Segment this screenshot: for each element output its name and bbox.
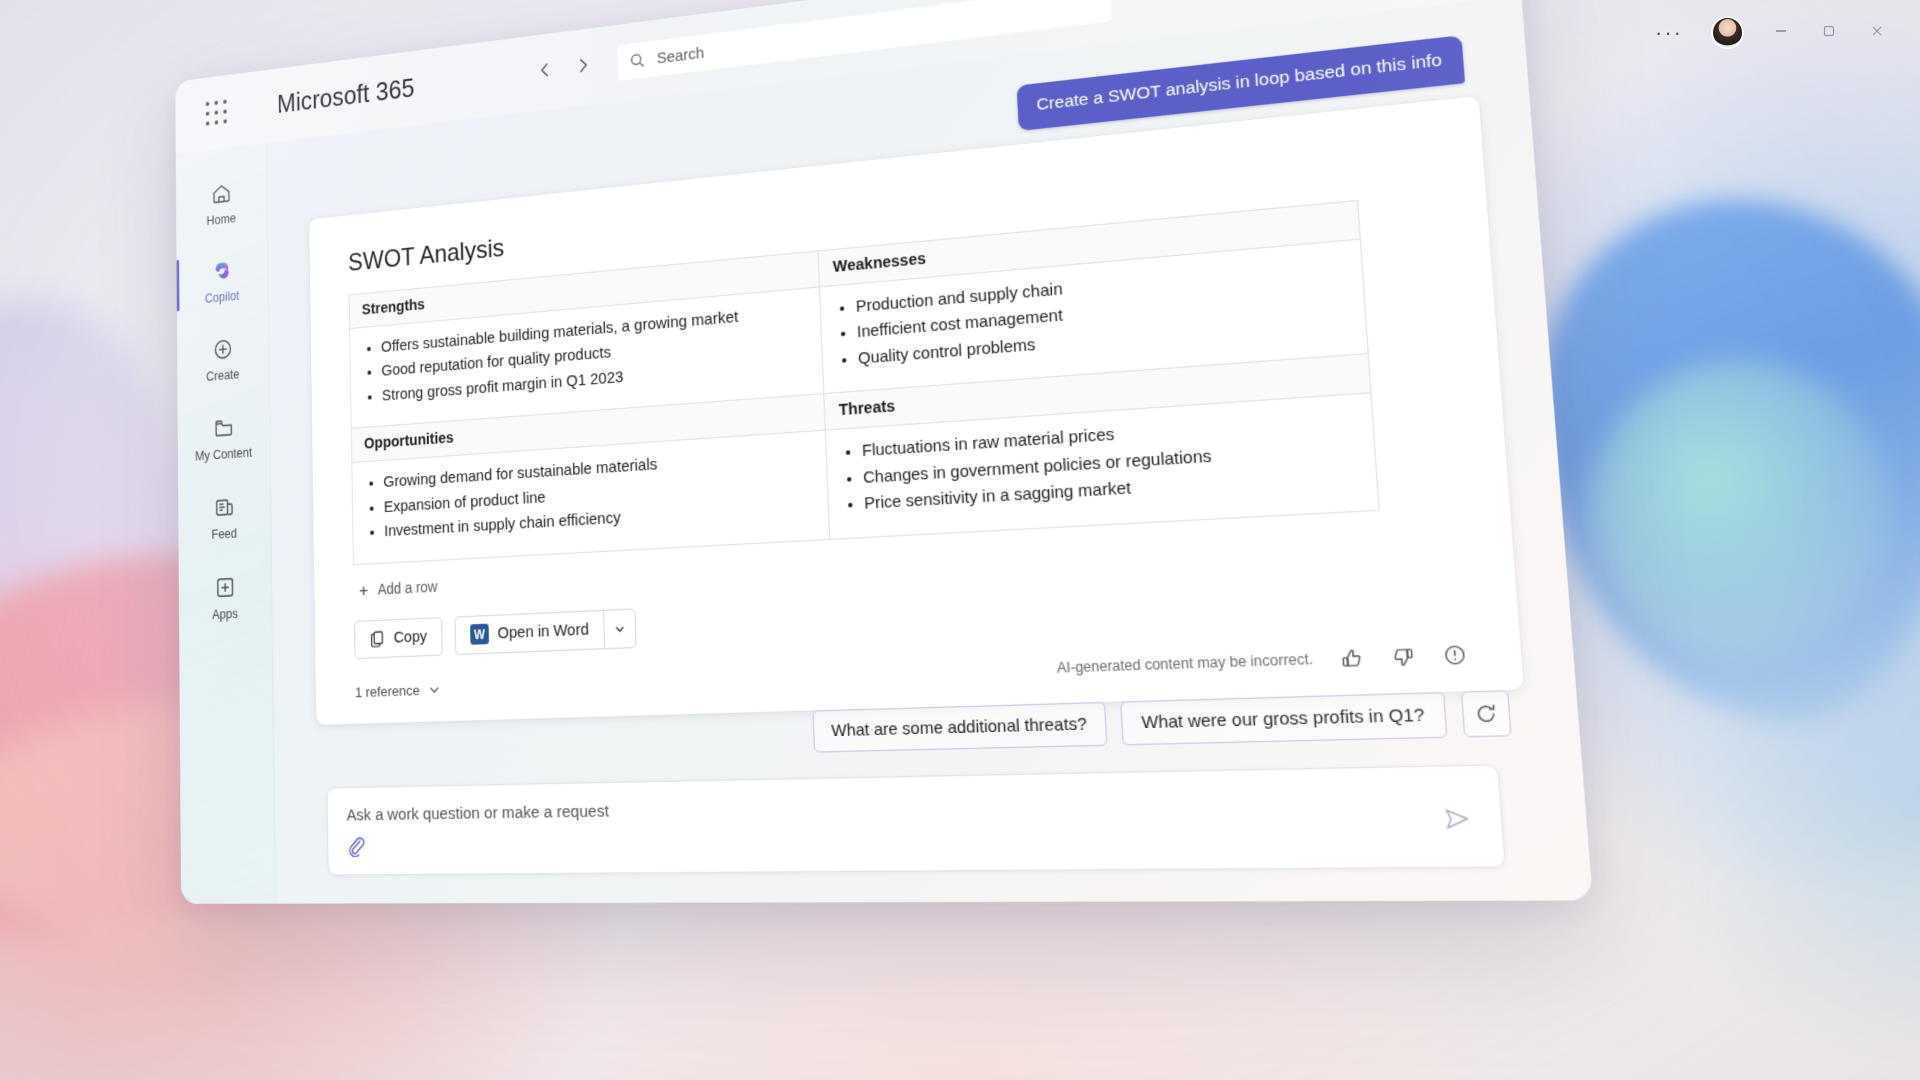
home-icon — [209, 180, 232, 208]
thumbs-down-icon — [1390, 644, 1415, 668]
open-in-word-dropdown-button[interactable] — [603, 607, 637, 649]
references-toggle[interactable]: 1 reference — [355, 681, 441, 700]
copilot-icon — [210, 257, 233, 285]
app-launcher-icon[interactable] — [205, 98, 228, 126]
close-icon — [1872, 26, 1882, 35]
sidebar: Home Copilot Create My Content Feed Apps — [175, 143, 276, 904]
chevron-left-icon — [537, 60, 555, 81]
send-button[interactable] — [1441, 804, 1474, 840]
copy-icon — [369, 629, 385, 648]
copilot-response-card: SWOT Analysis Strengths Weaknesses Offer… — [309, 95, 1524, 725]
forward-button[interactable] — [574, 55, 592, 80]
send-icon — [1441, 804, 1474, 835]
ai-disclaimer: AI-generated content may be incorrect. — [1056, 650, 1314, 677]
sidebar-item-create[interactable]: Create — [184, 326, 261, 391]
open-in-word-split-button: W Open in Word — [454, 607, 637, 655]
sidebar-item-copilot[interactable]: Copilot — [184, 248, 260, 313]
thumbs-up-button[interactable] — [1339, 646, 1364, 670]
sidebar-item-label: My Content — [195, 445, 253, 464]
search-icon — [630, 51, 646, 70]
copy-button[interactable]: Copy — [353, 616, 443, 659]
more-options-button[interactable]: ··· — [1655, 21, 1683, 43]
sidebar-item-label: Create — [206, 367, 240, 384]
sidebar-item-label: Apps — [212, 606, 238, 623]
composer-placeholder: Ask a work question or make a request — [346, 801, 610, 825]
open-in-word-label: Open in Word — [497, 620, 590, 643]
close-button[interactable] — [1868, 24, 1886, 42]
apps-plus-icon — [213, 574, 237, 602]
copy-label: Copy — [393, 627, 428, 647]
add-row-label: Add a row — [377, 577, 438, 598]
sidebar-item-label: Feed — [211, 526, 238, 543]
minimize-icon — [1776, 30, 1786, 32]
suggestion-chip-1[interactable]: What are some additional threats? — [812, 701, 1108, 753]
open-in-word-button[interactable]: W Open in Word — [454, 609, 605, 655]
refresh-icon — [1473, 701, 1499, 725]
report-button[interactable] — [1442, 642, 1468, 666]
report-icon — [1442, 642, 1468, 666]
thumbs-up-icon — [1339, 646, 1364, 670]
folder-icon — [212, 414, 235, 442]
sidebar-item-feed[interactable]: Feed — [186, 485, 263, 549]
sidebar-item-apps[interactable]: Apps — [186, 565, 264, 629]
sidebar-item-label: Home — [206, 211, 237, 229]
maximize-button[interactable] — [1820, 24, 1838, 42]
chevron-down-icon — [614, 622, 627, 636]
minimize-button[interactable] — [1772, 22, 1790, 43]
references-label: 1 reference — [354, 681, 420, 700]
message-composer[interactable]: Ask a work question or make a request — [326, 763, 1507, 876]
suggestion-chip-2[interactable]: What were our gross profits in Q1? — [1120, 691, 1448, 745]
maximize-icon — [1823, 25, 1835, 36]
page-title: Microsoft 365 — [276, 73, 415, 119]
word-logo-icon: W — [470, 623, 490, 645]
plus-icon: + — [358, 579, 369, 601]
attach-button[interactable] — [345, 833, 366, 861]
back-button[interactable] — [537, 60, 555, 85]
app-window: Microsoft 365 Search Home Copilot Create… — [175, 0, 1593, 904]
search-placeholder: Search — [656, 43, 705, 68]
feedback-controls — [1339, 642, 1467, 670]
thumbs-down-button[interactable] — [1390, 644, 1415, 668]
paperclip-icon — [345, 833, 366, 857]
feed-icon — [212, 493, 235, 521]
chevron-right-icon — [574, 55, 592, 76]
window-controls: ··· — [1655, 18, 1886, 47]
sidebar-item-label: Copilot — [204, 288, 240, 306]
avatar[interactable] — [1713, 18, 1742, 47]
nav-arrows — [537, 55, 592, 84]
refresh-suggestions-button[interactable] — [1460, 689, 1512, 737]
plus-circle-icon — [211, 335, 234, 363]
sidebar-item-my-content[interactable]: My Content — [185, 405, 262, 469]
sidebar-item-home[interactable]: Home — [183, 170, 259, 236]
chevron-down-icon — [428, 682, 441, 696]
conversation-panel: Create a SWOT analysis in loop based on … — [266, 0, 1593, 904]
